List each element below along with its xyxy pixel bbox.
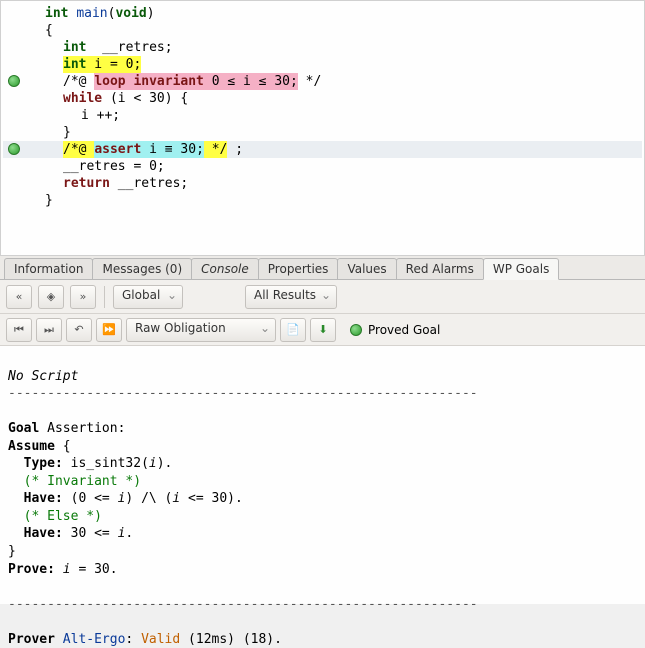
separator — [104, 286, 105, 308]
goal-text: : — [125, 632, 141, 647]
goto-last-button[interactable]: ⏭ — [36, 318, 62, 342]
kw-return: return — [63, 175, 110, 193]
goal-title-suffix: Assertion: — [39, 421, 125, 436]
code-text: ( — [108, 5, 116, 23]
nav-forward-button[interactable]: » — [70, 285, 96, 309]
tab-values[interactable]: Values — [337, 258, 396, 279]
proved-label: Proved Goal — [368, 323, 440, 337]
kw-while: while — [63, 90, 102, 108]
goal-text: ). — [157, 456, 173, 471]
goal-text: } — [8, 544, 16, 559]
no-script-label: No Script — [8, 369, 78, 384]
proof-bullet-icon[interactable] — [8, 143, 20, 155]
goal-text: <= 30). — [180, 491, 243, 506]
code-text: ; — [227, 141, 243, 159]
var-i: i — [63, 562, 71, 577]
tab-red-alarms[interactable]: Red Alarms — [396, 258, 484, 279]
code-text: __retres; — [110, 175, 188, 193]
kw-void: void — [115, 5, 146, 23]
code-text: ; — [133, 56, 141, 74]
goal-text: 30 <= — [63, 526, 118, 541]
goal-text: ) /\ ( — [125, 491, 172, 506]
tab-bar: Information Messages (0) Console Propert… — [0, 256, 645, 280]
nav-back-button[interactable]: « — [6, 285, 32, 309]
copy-button[interactable]: 📄 — [280, 318, 306, 342]
code-text: /*@ — [63, 73, 94, 91]
prove-label: Prove: — [8, 562, 55, 577]
proved-bullet-icon — [350, 324, 362, 336]
tab-console[interactable]: Console — [191, 258, 259, 279]
prover-name: Alt-Ergo — [63, 632, 126, 647]
prover-status: Valid — [141, 632, 180, 647]
goal-text: { — [55, 439, 71, 454]
kw-loop-invariant: loop invariant — [94, 74, 204, 89]
prover-time: (12ms) (18). — [180, 632, 282, 647]
code-text: 0 ≤ i ≤ 30; — [204, 74, 298, 89]
have-label: Have: — [8, 491, 63, 506]
else-comment: (* Else *) — [8, 509, 102, 524]
kw-int: int — [45, 5, 68, 23]
goals-toolbar-2: ⏮ ⏭ ↶ ⏩ Raw Obligation 📄 ⬇ Proved Goal — [0, 314, 645, 346]
code-text: __retres; — [86, 39, 172, 57]
code-text: i = 0 — [86, 57, 133, 72]
results-select[interactable]: All Results — [245, 285, 337, 309]
code-text: __retres = 0; — [63, 158, 165, 176]
assume-label: Assume — [8, 439, 55, 454]
goal-output-panel[interactable]: No Script ------------------------------… — [0, 346, 645, 604]
save-button[interactable]: ⬇ — [310, 318, 336, 342]
goto-first-button[interactable]: ⏮ — [6, 318, 32, 342]
code-text: i ++; — [81, 107, 120, 125]
proof-status: Proved Goal — [350, 323, 440, 337]
tab-wp-goals[interactable]: WP Goals — [483, 258, 560, 280]
fn-main: main — [76, 5, 107, 23]
code-text: ) — [147, 5, 155, 23]
code-text: } — [45, 192, 53, 210]
goal-text: . — [125, 526, 133, 541]
code-text: */ — [204, 141, 227, 159]
tab-messages[interactable]: Messages (0) — [92, 258, 192, 279]
proof-bullet-icon[interactable] — [8, 75, 20, 87]
code-text: (i < 30) { — [102, 90, 188, 108]
undo-button[interactable]: ↶ — [66, 318, 92, 342]
source-code-panel[interactable]: int main(void) { int __retres; int i = 0… — [0, 0, 645, 256]
scope-select[interactable]: Global — [113, 285, 183, 309]
have-label: Have: — [8, 526, 63, 541]
goal-text: = 30. — [71, 562, 118, 577]
goals-toolbar-1: « ◈ » Global All Results — [0, 280, 645, 314]
kw-assert: assert — [94, 142, 141, 157]
goal-text: is_sint32( — [63, 456, 149, 471]
kw-int: int — [63, 39, 86, 57]
divider: ----------------------------------------… — [8, 386, 478, 401]
var-i: i — [149, 456, 157, 471]
step-forward-button[interactable]: ⏩ — [96, 318, 122, 342]
code-text: } — [63, 124, 71, 142]
goal-text: (0 <= — [63, 491, 118, 506]
nav-target-button[interactable]: ◈ — [38, 285, 64, 309]
code-text: i ≡ 30; — [141, 142, 204, 157]
tab-information[interactable]: Information — [4, 258, 93, 279]
obligation-select[interactable]: Raw Obligation — [126, 318, 276, 342]
tab-properties[interactable]: Properties — [258, 258, 339, 279]
type-label: Type: — [8, 456, 63, 471]
kw-int: int — [63, 57, 86, 72]
code-text: /*@ — [63, 141, 94, 159]
goal-text — [55, 562, 63, 577]
prover-label: Prover — [8, 632, 63, 647]
goal-title: Goal — [8, 421, 39, 436]
divider: ----------------------------------------… — [8, 597, 478, 612]
code-text: { — [45, 22, 53, 40]
invariant-comment: (* Invariant *) — [8, 474, 141, 489]
code-text: */ — [298, 73, 321, 91]
